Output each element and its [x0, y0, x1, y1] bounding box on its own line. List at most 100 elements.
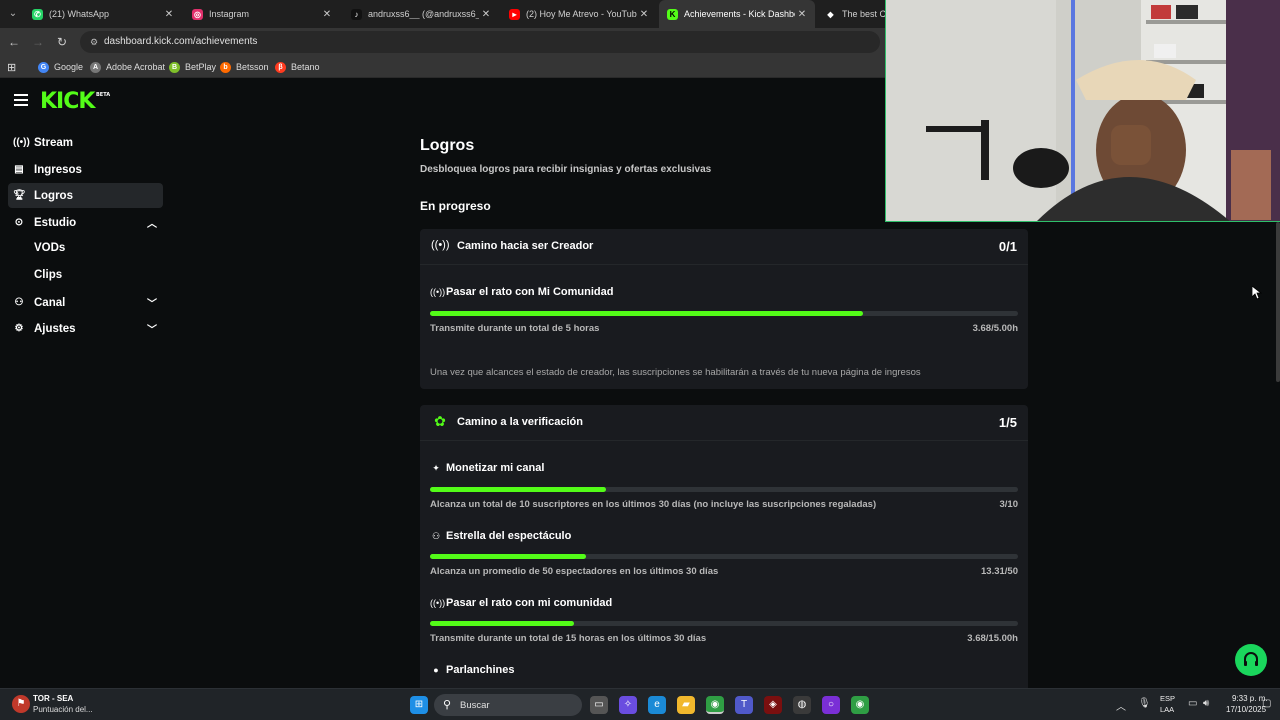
achievement-progress-value: 3.68/15.00h — [967, 633, 1018, 644]
tab-title: The best Cha — [842, 9, 885, 19]
webcam-feed — [886, 0, 1280, 221]
file-explorer-icon[interactable]: ▰ — [677, 696, 695, 714]
back-arrow-icon[interactable]: ← — [6, 34, 22, 50]
sidebar-subitem-clips[interactable]: Clips — [34, 269, 62, 281]
address-bar[interactable]: ⚙ dashboard.kick.com/achievements — [80, 31, 880, 53]
achievement-title: Monetizar mi canal — [446, 462, 545, 474]
betano-icon: β — [275, 61, 286, 73]
bookmark-betano[interactable]: β Betano — [275, 59, 320, 75]
forward-arrow-icon[interactable]: → — [30, 34, 46, 50]
close-tab-icon[interactable]: ✕ — [637, 9, 651, 20]
mouse-cursor-icon — [1252, 286, 1262, 300]
tab-title: Instagram — [209, 9, 250, 19]
weather-widget-icon[interactable]: ⚑ — [12, 695, 30, 713]
microphone-icon[interactable]: 🎙︎ — [1138, 698, 1151, 709]
card-header: ✿ Camino a la verificación 1/5 — [420, 405, 1028, 441]
obs-icon[interactable]: ◍ — [793, 696, 811, 714]
bookmark-adobe-acrobat[interactable]: A Adobe Acrobat — [90, 59, 165, 75]
browser-tab-kick-dashboard[interactable]: K Achievements - Kick Dashboard ✕ — [659, 0, 815, 28]
close-tab-icon[interactable]: ✕ — [795, 9, 809, 20]
language-code[interactable]: ESP — [1160, 694, 1175, 703]
bookmark-betplay[interactable]: B BetPlay — [169, 59, 216, 75]
windows-taskbar: ⚑ TOR - SEA Puntuación del... ⊞ ⚲ Buscar… — [0, 688, 1280, 720]
sidebar-item-label: Ingresos — [34, 163, 82, 176]
card-header: ((•)) Camino hacia ser Creador 0/1 — [420, 229, 1028, 265]
trophy-icon: 🏆︎ — [13, 190, 26, 201]
kick-logo[interactable]: KICK BETA — [40, 89, 110, 114]
progress-bar — [430, 311, 1018, 316]
chrome-icon[interactable]: ◉ — [706, 696, 724, 714]
progress-fill — [430, 311, 863, 316]
url-text: dashboard.kick.com/achievements — [104, 36, 258, 47]
clock-date[interactable]: 17/10/2025 — [1226, 705, 1266, 714]
weather-widget-title[interactable]: TOR - SEA — [33, 694, 73, 703]
menu-hamburger-icon[interactable] — [14, 94, 28, 106]
sidebar-item-logros[interactable]: 🏆︎ Logros — [8, 183, 163, 208]
sidebar-item-label: Estudio — [34, 216, 77, 229]
support-chat-button[interactable] — [1235, 644, 1267, 676]
broadcast-icon: ((•)) — [431, 239, 450, 251]
weather-widget-subtitle[interactable]: Puntuación del... — [33, 705, 93, 714]
tab-title: andruxss6__ (@andruxss6__) | T — [368, 9, 479, 19]
search-placeholder: Buscar — [460, 700, 490, 711]
reload-icon[interactable]: ↻ — [54, 34, 70, 50]
taskbar-search-input[interactable]: ⚲ Buscar — [434, 694, 582, 716]
webcam-overlay — [885, 0, 1280, 222]
close-tab-icon[interactable]: ✕ — [479, 9, 493, 20]
volume-icon[interactable]: 🔊︎ — [1203, 698, 1209, 709]
sidebar-item-stream[interactable]: ((•)) Stream — [8, 130, 163, 155]
sidebar-item-estudio[interactable]: ⊙ Estudio ︿ — [8, 210, 163, 235]
sidebar-item-ajustes[interactable]: ⚙ Ajustes ﹀ — [8, 316, 163, 341]
bookmark-label: Betsson — [236, 62, 269, 72]
notification-bell-icon[interactable]: ▢ — [1262, 698, 1271, 709]
edge-icon[interactable]: e — [648, 696, 666, 714]
bookmark-betsson[interactable]: b Betsson — [220, 59, 269, 75]
close-tab-icon[interactable]: ✕ — [162, 9, 176, 20]
windows-start-icon[interactable]: ⊞ — [410, 696, 428, 714]
page-subtitle: Desbloquea logros para recibir insignias… — [420, 164, 712, 175]
task-view-icon[interactable]: ▭ — [590, 696, 608, 714]
sidebar-item-ingresos[interactable]: ▤ Ingresos — [8, 157, 163, 182]
browser-tab-best-chat[interactable]: ◆ The best Cha — [817, 0, 885, 28]
sidebar-item-label: Canal — [34, 296, 66, 309]
bookmark-google[interactable]: G Google — [38, 59, 83, 75]
chat-icon: ● — [433, 665, 439, 675]
chevron-up-icon[interactable]: ︿ — [147, 215, 157, 230]
monitor-icon[interactable]: ▭ — [1188, 698, 1197, 709]
betsson-icon: b — [220, 61, 231, 73]
keyboard-layout[interactable]: LAA — [1160, 705, 1174, 714]
tab-search-chevron-icon[interactable]: ⌄ — [4, 4, 22, 24]
page-scrollbar[interactable] — [1276, 222, 1280, 382]
browser-tab-tiktok[interactable]: ♪ andruxss6__ (@andruxss6__) | T ✕ — [343, 0, 499, 28]
apps-grid-icon[interactable]: ⊞ — [7, 59, 16, 75]
progress-bar — [430, 621, 1018, 626]
progress-bar — [430, 487, 1018, 492]
card-count: 0/1 — [998, 239, 1017, 254]
browser-tab-youtube[interactable]: ▸ (2) Hoy Me Atrevo - YouTube ✕ — [501, 0, 657, 28]
tab-title: (2) Hoy Me Atrevo - YouTube — [526, 9, 637, 19]
chevron-down-icon[interactable]: ﹀ — [147, 321, 157, 336]
broadcast-icon: ((•)) — [430, 287, 446, 297]
card-title: Camino hacia ser Creador — [457, 240, 594, 252]
close-tab-icon[interactable]: ✕ — [320, 9, 334, 20]
google-icon: G — [38, 61, 49, 73]
sparkle-icon: ✦ — [432, 463, 440, 473]
sidebar-subitem-vods[interactable]: VODs — [34, 242, 65, 254]
achievement-title: Pasar el rato con Mi Comunidad — [446, 286, 614, 298]
app-red-icon[interactable]: ◈ — [764, 696, 782, 714]
browser-tab-whatsapp[interactable]: ✆ (21) WhatsApp ✕ — [24, 0, 182, 28]
betplay-icon: B — [169, 61, 180, 73]
copilot-icon[interactable]: ✧ — [619, 696, 637, 714]
sidebar-item-canal[interactable]: ⚇ Canal ﹀ — [8, 290, 163, 315]
browser-tab-instagram[interactable]: ◎ Instagram ✕ — [184, 0, 340, 28]
achievement-description: Transmite durante un total de 5 horas — [430, 323, 600, 334]
studio-icon: ⊙ — [14, 217, 24, 228]
app-purple-icon[interactable]: ○ — [822, 696, 840, 714]
show-hidden-icons-chevron-icon[interactable]: ︿ — [1116, 698, 1126, 713]
headset-icon — [1244, 652, 1258, 666]
chevron-down-icon[interactable]: ﹀ — [147, 295, 157, 310]
achievement-description: Alcanza un promedio de 50 espectadores e… — [430, 566, 719, 577]
site-info-icon[interactable]: ⚙ — [88, 36, 100, 48]
chrome-profile-icon[interactable]: ◉ — [851, 696, 869, 714]
teams-icon[interactable]: T — [735, 696, 753, 714]
